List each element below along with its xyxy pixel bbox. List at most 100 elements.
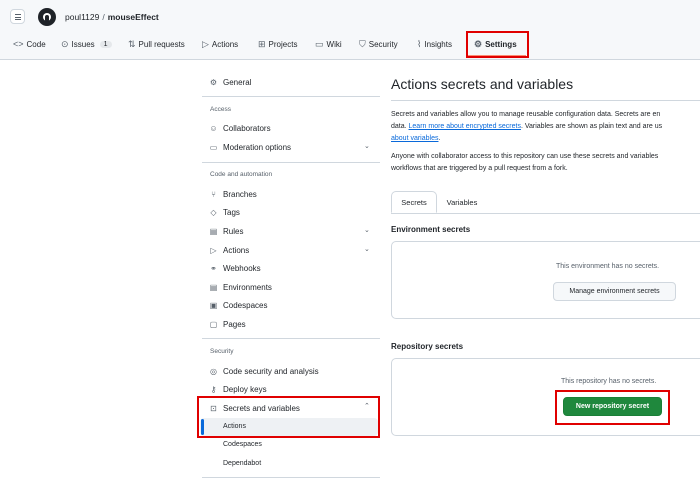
tab-label: Issues bbox=[71, 39, 95, 49]
tab-pull-requests[interactable]: ⇅ Pull requests bbox=[128, 34, 185, 54]
sidebar-item-label: Collaborators bbox=[223, 123, 271, 133]
sidebar-item-label: Deploy keys bbox=[223, 384, 267, 394]
paragraph-text: data. bbox=[391, 123, 409, 130]
sidebar-item-label: Pages bbox=[223, 319, 246, 329]
tab-code[interactable]: <> Code bbox=[13, 34, 46, 54]
tab-security[interactable]: ⛉ Security bbox=[359, 34, 398, 54]
variables-link[interactable]: about variables bbox=[391, 135, 438, 142]
tab-variables[interactable]: Variables bbox=[444, 191, 480, 213]
tab-issues[interactable]: ⊙ Issues 1 bbox=[61, 34, 112, 54]
tab-insights[interactable]: ⌇ Insights bbox=[417, 34, 452, 54]
shield-icon: ⛉ bbox=[359, 38, 366, 49]
graph-icon: ⌇ bbox=[417, 38, 422, 49]
sidebar-item-webhooks[interactable]: ⚭ Webhooks bbox=[209, 260, 261, 276]
sidebar-item-environments[interactable]: ▤ Environments bbox=[209, 279, 272, 295]
hamburger-menu-button[interactable] bbox=[10, 9, 25, 24]
tab-actions[interactable]: ▷ Actions bbox=[202, 34, 238, 54]
intro-paragraph-line: Secrets and variables allow you to manag… bbox=[391, 111, 661, 118]
people-icon: ☺ bbox=[209, 123, 218, 133]
sidebar-divider bbox=[202, 96, 380, 97]
environment-secrets-heading: Environment secrets bbox=[391, 225, 471, 234]
sidebar-item-code-security[interactable]: ◎ Code security and analysis bbox=[209, 363, 319, 379]
sidebar-item-label: Codespaces bbox=[223, 300, 268, 310]
encrypted-secrets-link[interactable]: Learn more about encrypted secrets bbox=[409, 123, 521, 130]
webhook-icon: ⚭ bbox=[210, 263, 217, 273]
repo-name-link[interactable]: mouseEffect bbox=[108, 12, 159, 22]
repository-empty-message: This repository has no secrets. bbox=[561, 378, 657, 385]
sidebar-heading-security: Security bbox=[210, 348, 234, 355]
chevron-down-icon[interactable]: ⌄ bbox=[364, 245, 370, 253]
sidebar-heading-code-automation: Code and automation bbox=[210, 171, 273, 178]
sidebar-item-branches[interactable]: ⑂ Branches bbox=[209, 186, 257, 202]
github-logo-icon[interactable] bbox=[38, 8, 56, 26]
tab-label: Code bbox=[26, 39, 46, 49]
new-secret-highlight-box bbox=[555, 390, 670, 425]
intro-paragraph-line: data. Learn more about encrypted secrets… bbox=[391, 121, 662, 133]
breadcrumb-separator: / bbox=[102, 12, 105, 22]
repo-breadcrumb: poul1129/mouseEffect bbox=[65, 12, 159, 22]
sidebar-item-label: Branches bbox=[223, 189, 257, 199]
repo-owner-link[interactable]: poul1129 bbox=[65, 12, 99, 22]
sidebar-item-rules[interactable]: ▤ Rules bbox=[209, 223, 244, 239]
branch-icon: ⑂ bbox=[211, 189, 216, 199]
title-divider bbox=[391, 100, 700, 101]
content-tabs-divider bbox=[391, 213, 700, 214]
sidebar-item-label: Code security and analysis bbox=[223, 366, 319, 376]
sidebar-divider bbox=[202, 162, 380, 163]
chevron-down-icon[interactable]: ⌄ bbox=[364, 226, 370, 234]
access-paragraph-line: workflows that are triggered by a pull r… bbox=[391, 165, 568, 172]
repository-secrets-heading: Repository secrets bbox=[391, 342, 464, 351]
environment-secrets-panel bbox=[391, 241, 700, 319]
sidebar-divider bbox=[202, 338, 380, 339]
secrets-variables-highlight-box bbox=[197, 396, 380, 438]
tab-secrets[interactable]: Secrets bbox=[391, 191, 437, 213]
key-icon: ⚷ bbox=[210, 384, 217, 394]
book-icon: ▭ bbox=[315, 38, 324, 49]
sidebar-item-moderation[interactable]: ▭ Moderation options bbox=[209, 139, 291, 155]
sidebar-subitem-codespaces[interactable]: Codespaces bbox=[223, 441, 262, 448]
codescan-icon: ◎ bbox=[210, 366, 217, 376]
sidebar-item-label: Actions bbox=[223, 245, 250, 255]
tab-label: Wiki bbox=[326, 39, 342, 49]
tab-label: Pull requests bbox=[138, 39, 185, 49]
settings-tab-highlight-box bbox=[466, 31, 529, 58]
tab-label: Actions bbox=[211, 39, 239, 49]
sidebar-item-label: Moderation options bbox=[223, 142, 292, 152]
browser-icon: ▢ bbox=[209, 319, 218, 329]
paragraph-text: . Variables are shown as plain text and … bbox=[520, 123, 663, 130]
sidebar-item-label: Tags bbox=[223, 207, 240, 217]
sidebar-item-collaborators[interactable]: ☺ Collaborators bbox=[209, 120, 271, 136]
sidebar-item-general[interactable]: ⚙ General bbox=[209, 74, 252, 90]
sidebar-item-tags[interactable]: ◇ Tags bbox=[209, 204, 240, 220]
sidebar-item-codespaces[interactable]: ▣ Codespaces bbox=[209, 297, 268, 313]
gear-icon: ⚙ bbox=[209, 77, 218, 87]
server-icon: ▤ bbox=[209, 282, 218, 292]
sidebar-item-label: Rules bbox=[223, 226, 244, 236]
rules-icon: ▤ bbox=[209, 226, 218, 236]
access-paragraph-line: Anyone with collaborator access to this … bbox=[391, 153, 659, 160]
sidebar-item-actions[interactable]: ▷ Actions bbox=[209, 242, 249, 258]
code-icon: <> bbox=[13, 38, 24, 49]
tab-projects[interactable]: ⊞ Projects bbox=[258, 34, 297, 54]
intro-paragraph-line: about variables. bbox=[391, 133, 440, 145]
chevron-down-icon[interactable]: ⌄ bbox=[364, 142, 370, 150]
pull-request-icon: ⇅ bbox=[128, 38, 136, 49]
issue-icon: ⊙ bbox=[61, 38, 69, 49]
table-icon: ⊞ bbox=[258, 38, 266, 49]
sidebar-item-deploy-keys[interactable]: ⚷ Deploy keys bbox=[209, 381, 267, 397]
play-icon: ▷ bbox=[210, 245, 217, 255]
sidebar-item-label: Environments bbox=[223, 282, 272, 292]
sidebar-subitem-dependabot[interactable]: Dependabot bbox=[223, 460, 261, 467]
sidebar-heading-access: Access bbox=[210, 106, 231, 113]
issues-count-badge: 1 bbox=[99, 40, 112, 48]
sidebar-divider bbox=[202, 477, 380, 478]
codespaces-icon: ▣ bbox=[209, 300, 218, 310]
tab-wiki[interactable]: ▭ Wiki bbox=[315, 34, 342, 54]
comment-icon: ▭ bbox=[209, 142, 218, 152]
sidebar-item-label: General bbox=[223, 77, 252, 87]
sidebar-item-pages[interactable]: ▢ Pages bbox=[209, 316, 246, 332]
tag-icon: ◇ bbox=[210, 207, 217, 217]
manage-environment-secrets-button[interactable]: Manage environment secrets bbox=[553, 282, 676, 301]
paragraph-text: . bbox=[438, 135, 441, 142]
play-icon: ▷ bbox=[202, 38, 209, 49]
